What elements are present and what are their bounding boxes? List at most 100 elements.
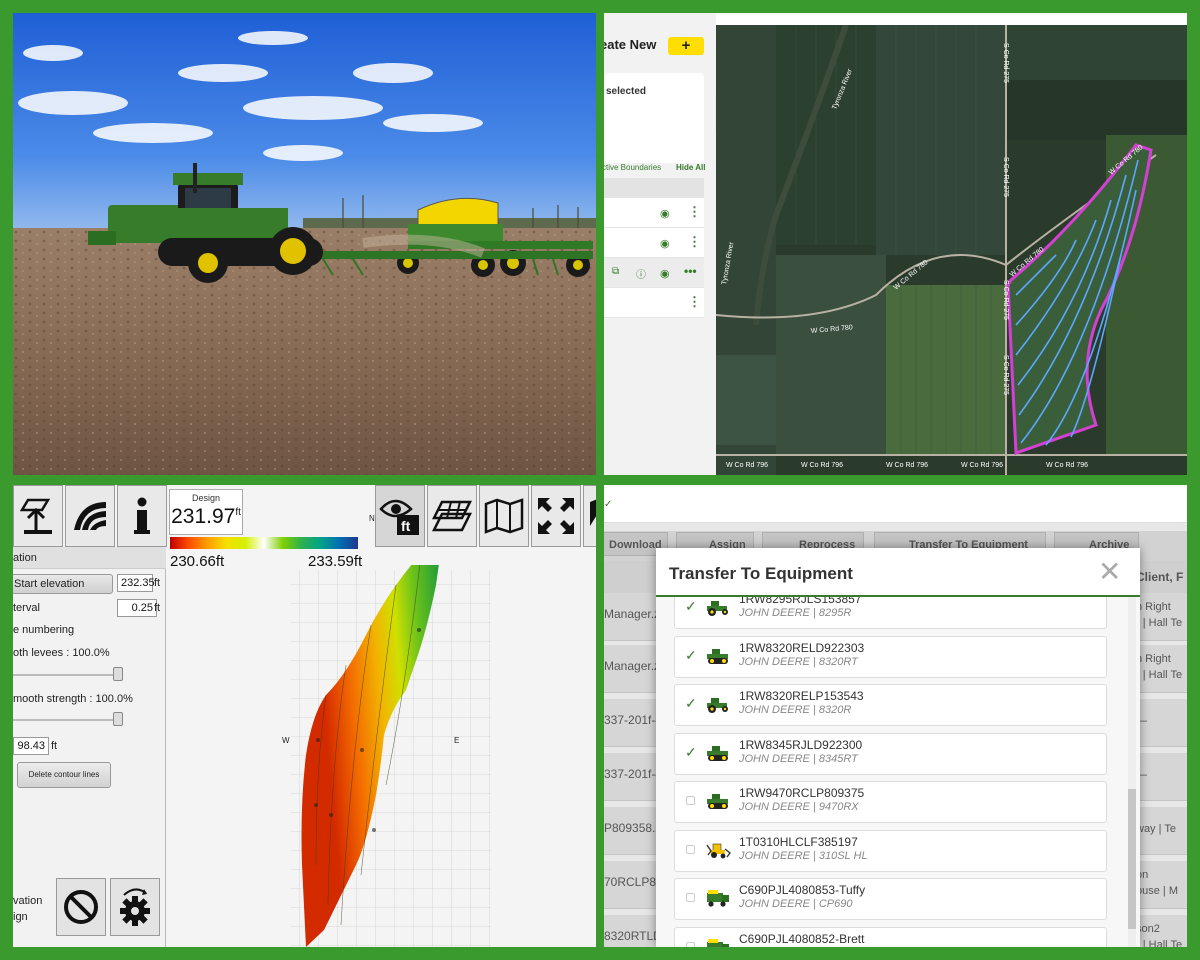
design-unit: ft — [235, 507, 241, 518]
tractor-icon — [705, 695, 731, 713]
equipment-item[interactable]: C690PJL4080852-Brett — [674, 926, 1107, 947]
smooth-levees-label: oth levees : 100.0% — [13, 647, 110, 659]
unchecked-checkbox[interactable] — [686, 844, 695, 854]
smooth-levees-slider-knob[interactable] — [113, 667, 123, 681]
copy-icon[interactable]: ⧉ — [612, 266, 619, 277]
gear-icon — [120, 888, 150, 926]
boundary-row[interactable]: ⋮ — [604, 288, 704, 318]
picker-icon — [705, 889, 731, 907]
field-photo — [13, 13, 596, 475]
equipment-item[interactable]: ✓ 1RW8320RELD922303 JOHN DEERE | 8320RT — [674, 635, 1107, 678]
grid-layers-button[interactable] — [427, 485, 477, 547]
distance-input[interactable]: 98.43 — [13, 737, 49, 755]
equipment-item[interactable]: ✓ 1RW8320RELP153543 JOHN DEERE | 8320R — [674, 684, 1107, 726]
interval-input[interactable]: 0.25 — [117, 599, 157, 617]
hide-all-link[interactable]: Hide All — [676, 163, 705, 172]
view-label-button[interactable]: ft — [375, 485, 425, 547]
smooth-levees-slider[interactable] — [13, 674, 123, 676]
import-layers-button[interactable] — [13, 485, 63, 547]
unchecked-checkbox[interactable] — [686, 796, 695, 805]
more-vertical-icon[interactable]: ⋮ — [688, 295, 701, 309]
equipment-item[interactable]: ✓ 1RW8345RJLD922300 JOHN DEERE | 8345RT — [674, 732, 1107, 775]
column-header-client[interactable]: Client, F — [1136, 570, 1183, 584]
boundary-row[interactable]: ◉ ⋮ — [604, 228, 704, 258]
interval-label: terval — [13, 602, 40, 614]
start-elevation-input[interactable]: 232.35 — [117, 574, 155, 592]
top-bar: ✓ — [604, 485, 1187, 523]
equipment-model: JOHN DEERE | 310SL HL — [739, 849, 868, 862]
close-icon[interactable]: ✕ — [1098, 558, 1121, 586]
fit-extent-button[interactable] — [531, 485, 581, 547]
smooth-strength-slider[interactable] — [13, 719, 123, 721]
modal-title: Transfer To Equipment — [669, 564, 853, 583]
smooth-strength-label: mooth strength : 100.0% — [13, 693, 133, 705]
boundary-row[interactable]: ◉ ⋮ — [604, 198, 704, 228]
track-icon — [705, 744, 731, 762]
import-layers-icon — [20, 498, 52, 534]
file-name-cell: Manager.z — [604, 659, 661, 673]
equipment-model: JOHN DEERE | CP690 — [739, 898, 853, 910]
checkmark-icon[interactable]: ✓ — [685, 598, 697, 615]
road-label: W Co Rd 796 — [801, 462, 843, 469]
eye-icon[interactable]: ◉ — [660, 207, 670, 220]
road-label: S Co Rd 275 — [1002, 280, 1009, 320]
expand-arrows-icon — [538, 498, 574, 534]
settings-button[interactable] — [110, 878, 160, 936]
boundary-map-app: eate New + selected ctive Boundaries Hid… — [604, 13, 1187, 475]
equipment-serial: C690PJL4080853-Tuffy — [739, 883, 866, 897]
active-boundaries-link[interactable]: ctive Boundaries — [604, 163, 661, 172]
compass-north: N — [369, 514, 375, 523]
elevation-color-scale — [170, 537, 358, 549]
satellite-map[interactable]: Tyronza River Tyronza River S Co Rd 275 … — [716, 25, 1187, 475]
checkmark-icon[interactable]: ✓ — [685, 647, 697, 664]
elevation-option-label: vation — [13, 895, 43, 907]
equipment-model: JOHN DEERE | 8345RT — [739, 752, 858, 765]
scrollbar-thumb[interactable] — [1128, 789, 1136, 929]
equipment-item[interactable]: C690PJL4080853-Tuffy JOHN DEERE | CP690 — [674, 878, 1107, 920]
cancel-button[interactable] — [56, 878, 106, 936]
unit-label: ft — [154, 602, 161, 614]
transfer-to-equipment-modal: Transfer To Equipment ✕ C690PJL4080852-B… — [656, 548, 1140, 947]
elevation-map[interactable] — [166, 565, 596, 947]
backhoe-icon — [705, 841, 731, 859]
farm-cell: r | Hall Te — [1136, 617, 1183, 629]
unit-label: ft — [154, 577, 161, 589]
line-numbering-label: e numbering — [13, 624, 75, 636]
equipment-item[interactable]: ✓ 1RW8295RJLS153857 JOHN DEERE | 8295R — [674, 597, 1107, 629]
edit-tool-button[interactable] — [583, 485, 596, 547]
road-label: W Co Rd 796 — [726, 462, 768, 469]
track-icon — [705, 647, 731, 665]
farm-cell: r | Hall Te — [1136, 669, 1183, 681]
more-vertical-icon[interactable]: ⋮ — [688, 205, 701, 219]
eye-icon[interactable]: ◉ — [660, 267, 670, 280]
more-horizontal-icon[interactable]: ••• — [684, 264, 697, 278]
file-name-cell: Manager.zi — [604, 607, 663, 621]
unit-label: ft — [51, 740, 58, 752]
smooth-strength-slider-knob[interactable] — [113, 712, 123, 726]
unchecked-checkbox[interactable] — [686, 941, 695, 947]
check-icon: ✓ — [604, 499, 613, 510]
equipment-item[interactable]: 1RW9470RCLP809375 JOHN DEERE | 9470RX — [674, 781, 1107, 823]
terrain-view-button[interactable] — [65, 485, 115, 547]
delete-contour-lines-button[interactable]: Delete contour lines — [17, 762, 111, 788]
road-label: S Co Rd 275 — [1002, 157, 1009, 197]
checkmark-icon[interactable]: ✓ — [685, 744, 697, 761]
boundary-row-selected[interactable]: ⧉ ⓘ ◉ ••• — [604, 258, 704, 288]
design-label: Design — [191, 493, 220, 503]
equipment-serial: 1T0310HLCLF385197 — [739, 834, 858, 849]
more-vertical-icon[interactable]: ⋮ — [688, 235, 701, 249]
elevation-canvas — [291, 565, 491, 947]
start-elevation-button[interactable]: Start elevation — [13, 574, 113, 594]
create-new-button[interactable]: + — [668, 37, 704, 55]
eye-icon[interactable]: ◉ — [660, 237, 670, 250]
map-button[interactable] — [479, 485, 529, 547]
compass-west: W — [282, 736, 290, 745]
create-new-label: eate New — [604, 37, 657, 52]
info-icon[interactable]: ⓘ — [636, 266, 646, 281]
equipment-list[interactable]: C690PJL4080852-Brett C690PJL4080853-Tuffy… — [656, 597, 1140, 947]
checkmark-icon[interactable]: ✓ — [685, 695, 697, 712]
info-button[interactable] — [117, 485, 167, 547]
eye-ft-icon: ft — [379, 499, 419, 535]
equipment-item[interactable]: 1T0310HLCLF385197 JOHN DEERE | 310SL HL — [674, 829, 1107, 872]
unchecked-checkbox[interactable] — [686, 893, 695, 902]
